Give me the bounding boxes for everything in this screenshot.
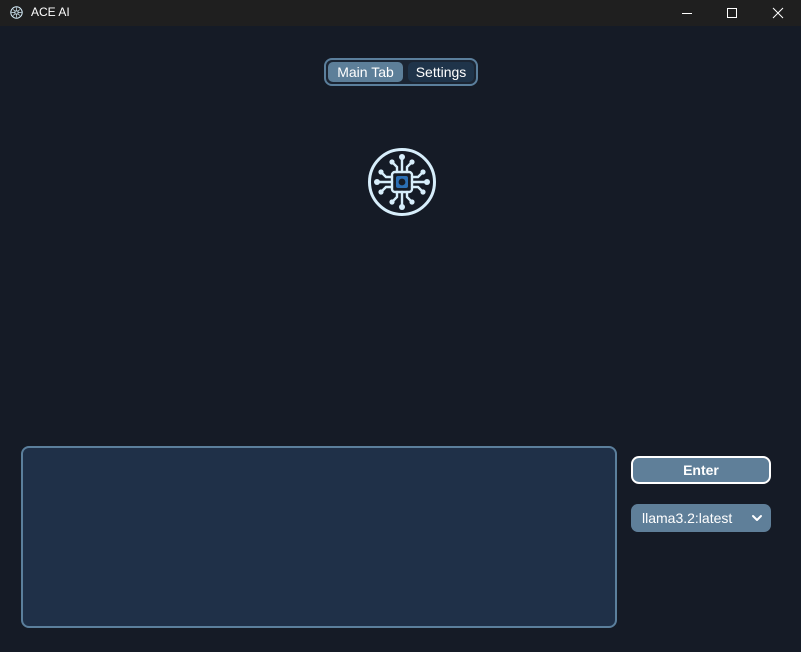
app-window: ACE AI Main Tab Settings Enter llama3.2:…: [0, 0, 801, 652]
tab-switcher: Main Tab Settings: [324, 58, 478, 86]
prompt-input[interactable]: [21, 446, 617, 628]
window-title: ACE AI: [31, 5, 70, 19]
model-select-value: llama3.2:latest: [642, 510, 733, 526]
minimize-icon: [682, 13, 692, 14]
title-bar[interactable]: ACE AI: [0, 0, 801, 26]
enter-button[interactable]: Enter: [631, 456, 771, 484]
minimize-button[interactable]: [664, 0, 710, 26]
model-select[interactable]: llama3.2:latest: [631, 504, 771, 532]
maximize-button[interactable]: [709, 0, 755, 26]
tab-main[interactable]: Main Tab: [328, 62, 403, 82]
ai-chip-icon: [368, 148, 436, 216]
close-button[interactable]: [755, 0, 801, 26]
maximize-icon: [727, 8, 737, 18]
app-icon: [10, 6, 23, 19]
close-icon: [772, 7, 784, 19]
chevron-down-icon: [752, 515, 762, 521]
tab-settings[interactable]: Settings: [408, 62, 474, 82]
